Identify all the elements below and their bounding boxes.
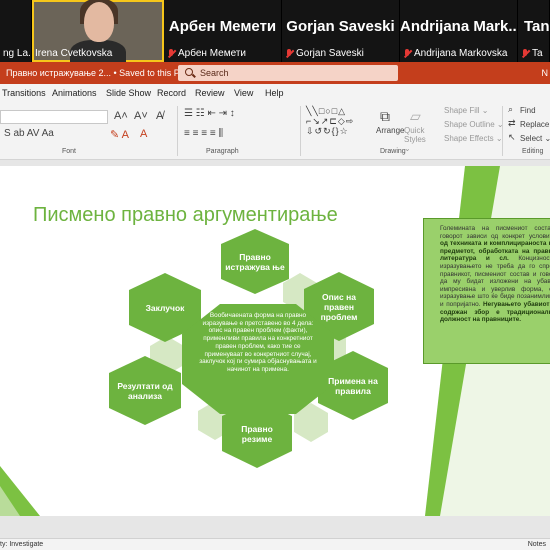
search-input[interactable]: Search xyxy=(178,65,398,81)
mic-muted-icon xyxy=(521,48,529,59)
tab-record[interactable]: Record xyxy=(157,88,186,98)
tab-transitions[interactable]: Transitions xyxy=(2,88,46,98)
document-title[interactable]: Правно истражување 2... • Saved to this … xyxy=(6,68,196,79)
participant-display-name: Andrijana Mark... xyxy=(400,18,518,35)
quick-styles-button[interactable]: Quick Styles ⌄ xyxy=(404,126,434,153)
shape-effects-button[interactable]: Shape Effects ⌄ xyxy=(444,134,503,143)
ribbon-tabs: Transitions Animations Slide Show Record… xyxy=(0,84,550,102)
title-bar: Правно истражување 2... • Saved to this … xyxy=(0,62,550,84)
user-initial[interactable]: N xyxy=(542,68,549,78)
select-icon[interactable]: ↖ xyxy=(508,132,516,143)
tab-slide-show[interactable]: Slide Show xyxy=(106,88,151,98)
accessibility-status[interactable]: ty: Investigate xyxy=(0,541,43,548)
increase-font-icon[interactable]: A˄ xyxy=(114,110,128,122)
tab-help[interactable]: Help xyxy=(265,88,284,98)
participant-tile[interactable]: Gorjan Saveski Gorjan Saveski xyxy=(282,0,400,62)
group-label-editing: Editing xyxy=(522,148,544,155)
find-button[interactable]: Find xyxy=(520,106,536,115)
hex-label-left-bottom: Резултати од анализа xyxy=(117,381,173,401)
note-text-1: Големината на писмениот состав, говорот … xyxy=(440,225,550,240)
status-bar: ty: Investigate Notes xyxy=(0,538,550,550)
slide-title[interactable]: Писмено правно аргументирање xyxy=(33,204,338,227)
tab-review[interactable]: Review xyxy=(195,88,225,98)
person-face xyxy=(84,2,114,42)
ribbon: A˄ A˅ A̸ S ab AV Aa ✎ A A Font ☰ ☷ ⇤ ⇥ ↕… xyxy=(0,102,550,160)
note-box[interactable]: Големината на писмениот состав, говорот … xyxy=(423,218,550,364)
participant-tile[interactable]: Tan Ta xyxy=(518,0,550,62)
participant-video-tile[interactable]: Irena Cvetkovska xyxy=(32,0,164,62)
participant-name: Ta xyxy=(532,48,543,59)
slide-canvas[interactable]: Писмено правно аргументирање Правно истр… xyxy=(0,166,550,516)
highlight-icon[interactable]: ✎ A xyxy=(110,128,129,141)
replace-icon[interactable]: ⇄ xyxy=(508,118,516,129)
font-color-icon[interactable]: A xyxy=(140,128,147,140)
align-icons[interactable]: ≡ ≡ ≡ ≡ ⫼ xyxy=(184,128,223,139)
participant-name: Irena Cvetkovska xyxy=(35,48,113,59)
video-participant-strip: ng La... Irena Cvetkovska Арбен Мемети А… xyxy=(0,0,550,62)
divider xyxy=(300,106,301,156)
participant-display-name: Gorjan Saveski xyxy=(286,18,395,35)
quick-styles-icon[interactable]: ▱ xyxy=(410,108,421,125)
search-placeholder: Search xyxy=(200,68,229,78)
mic-muted-icon xyxy=(403,48,411,59)
participant-display-name: Tan xyxy=(524,18,550,35)
group-label-paragraph: Paragraph xyxy=(206,148,239,155)
hex-label-bottom: Правно резиме xyxy=(241,424,273,444)
participant-tile[interactable]: ng La... xyxy=(0,0,32,62)
mic-muted-icon xyxy=(285,48,293,59)
hex-center-text: Вообичаената форма на правно изразување … xyxy=(199,312,317,373)
group-label-font: Font xyxy=(62,148,77,155)
mic-muted-icon xyxy=(167,48,175,59)
slide-editor: Писмено правно аргументирање Правно истр… xyxy=(0,160,550,538)
font-size-box[interactable] xyxy=(0,110,108,124)
tab-animations[interactable]: Animations xyxy=(52,88,97,98)
notes-button[interactable]: Notes xyxy=(528,541,546,548)
arrange-icon[interactable]: ⧉ xyxy=(380,108,390,125)
text-format-icons[interactable]: S ab AV Aa xyxy=(4,128,54,139)
decrease-font-icon[interactable]: A˅ xyxy=(134,110,148,122)
tab-view[interactable]: View xyxy=(234,88,253,98)
participant-name: Andrijana Markovska xyxy=(414,48,508,59)
shape-outline-button[interactable]: Shape Outline ⌄ xyxy=(444,120,504,129)
participant-name: ng La... xyxy=(3,48,31,59)
participant-display-name: Арбен Мемети xyxy=(168,18,277,35)
participant-tile[interactable]: Арбен Мемети Арбен Мемети xyxy=(164,0,282,62)
clear-format-icon[interactable]: A̸ xyxy=(156,110,163,122)
hex-label-top: Правно истражува ње xyxy=(225,252,285,272)
divider xyxy=(177,106,178,156)
find-icon[interactable]: ⌕ xyxy=(508,104,513,115)
hex-label-left: Заклучок xyxy=(145,303,185,313)
participant-name: Gorjan Saveski xyxy=(296,48,364,59)
participant-tile[interactable]: Andrijana Mark... Andrijana Markovska xyxy=(400,0,518,62)
hex-label-right-bottom: Примена на правила xyxy=(328,376,378,396)
list-icons[interactable]: ☰ ☷ ⇤ ⇥ ↕ xyxy=(184,108,235,119)
divider xyxy=(502,106,503,156)
shapes-gallery[interactable]: ╲╲□○□△ ⌐↘↗⊏◇⇨ ⇩↺↻{}☆ xyxy=(306,106,368,142)
search-icon xyxy=(185,68,193,76)
group-label-drawing: Drawing xyxy=(380,148,406,155)
arrange-button[interactable]: Arrange xyxy=(376,126,404,135)
replace-button[interactable]: Replace ⌄ xyxy=(520,120,550,129)
shape-fill-button[interactable]: Shape Fill ⌄ xyxy=(444,106,489,115)
select-button[interactable]: Select ⌄ xyxy=(520,134,550,143)
participant-name: Арбен Мемети xyxy=(178,48,246,59)
